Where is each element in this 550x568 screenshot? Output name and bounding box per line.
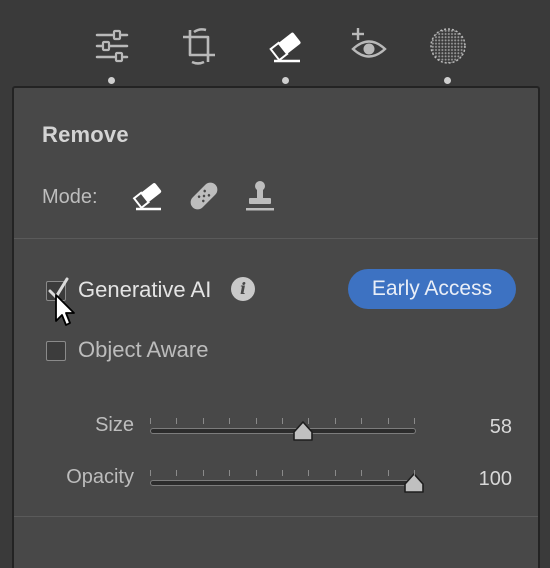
eraser-icon <box>269 32 301 63</box>
masking-icon <box>430 28 466 64</box>
slider-tick <box>229 470 230 476</box>
size-slider-track <box>150 428 416 434</box>
slider-tick <box>203 418 204 424</box>
section-divider <box>14 238 538 239</box>
stamp-icon <box>246 181 274 211</box>
slider-tick <box>282 418 283 424</box>
size-slider-thumb[interactable] <box>292 420 314 442</box>
edit-tool[interactable] <box>88 22 136 86</box>
slider-tick <box>308 470 309 476</box>
opacity-label: Opacity <box>66 466 134 488</box>
slider-tick <box>150 470 151 476</box>
mode-label: Mode: <box>42 186 98 208</box>
tool-indicator-dot <box>108 77 115 84</box>
mouse-pointer-icon <box>55 294 75 326</box>
slider-tick <box>388 418 389 424</box>
mode-heal-button[interactable] <box>186 178 222 214</box>
object-aware-checkbox[interactable] <box>46 341 66 361</box>
remove-tool[interactable] <box>262 22 310 86</box>
masking-tool[interactable] <box>424 22 472 86</box>
slider-tick <box>414 418 415 424</box>
tool-indicator-dot <box>444 77 451 84</box>
bandage-icon <box>190 182 218 210</box>
early-access-badge[interactable]: Early Access <box>348 269 516 309</box>
slider-tick <box>388 470 389 476</box>
size-label: Size <box>95 414 134 436</box>
slider-tick <box>335 470 336 476</box>
tool-indicator-dot <box>282 77 289 84</box>
red-eye-tool[interactable] <box>345 22 393 86</box>
slider-tick <box>203 470 204 476</box>
panel-title: Remove <box>42 122 129 147</box>
slider-tick <box>335 418 336 424</box>
slider-tick <box>176 418 177 424</box>
object-aware-label[interactable]: Object Aware <box>78 337 208 363</box>
sliders-icon <box>95 29 129 63</box>
crop-rotate-icon <box>183 28 215 65</box>
crop-tool[interactable] <box>175 22 223 86</box>
size-slider[interactable] <box>150 416 416 442</box>
slider-tick <box>282 470 283 476</box>
opacity-slider-track <box>150 480 416 486</box>
section-divider <box>14 516 538 517</box>
size-value[interactable]: 58 <box>444 416 512 439</box>
slider-tick <box>229 418 230 424</box>
slider-tick <box>361 418 362 424</box>
opacity-slider[interactable] <box>150 468 424 493</box>
info-icon[interactable]: i <box>231 277 255 301</box>
generative-ai-label[interactable]: Generative AI <box>78 277 211 303</box>
opacity-value[interactable]: 100 <box>444 468 512 491</box>
slider-tick <box>308 418 309 424</box>
slider-tick <box>361 470 362 476</box>
eraser-icon <box>132 183 162 211</box>
mode-clone-button[interactable] <box>242 178 278 214</box>
slider-tick <box>150 418 151 424</box>
remove-panel: Remove Mode: Generative AI i Early Acces… <box>12 86 540 568</box>
slider-tick <box>256 470 257 476</box>
slider-tick <box>414 470 415 476</box>
tool-strip <box>0 0 550 88</box>
red-eye-icon <box>351 28 387 58</box>
slider-tick <box>176 470 177 476</box>
slider-tick <box>256 418 257 424</box>
mode-eraser-button[interactable] <box>130 178 166 214</box>
